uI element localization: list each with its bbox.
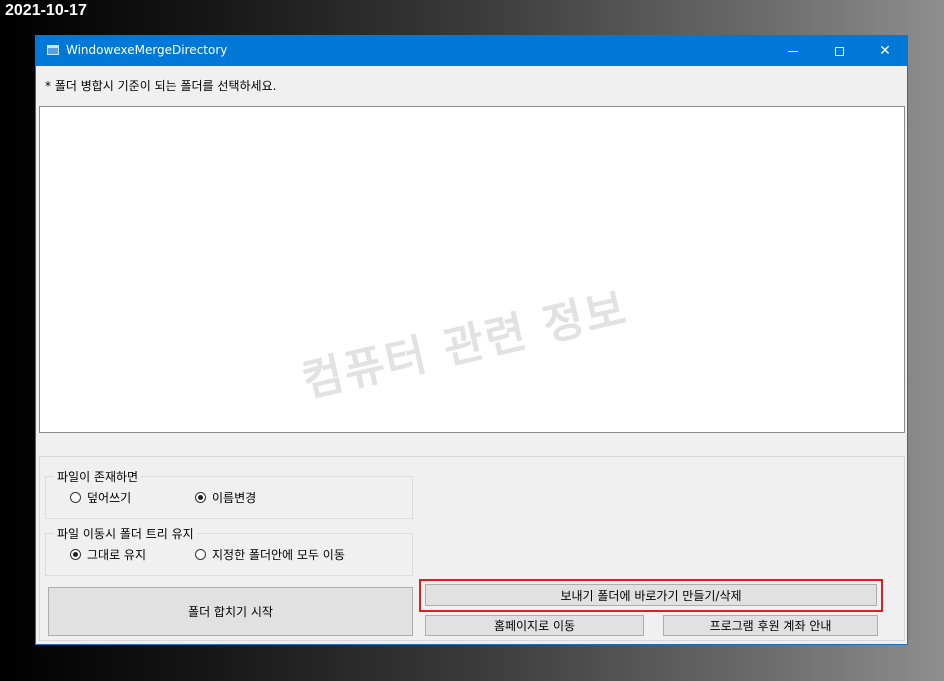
options-panel: 파일이 존재하면 덮어쓰기 이름변경 파일 이동시 폴더 트리 유지 그대로 유… <box>39 456 905 641</box>
app-window: WindowexeMergeDirectory ✕ * 폴더 병합시 기준이 되… <box>35 35 908 645</box>
title-bar[interactable]: WindowexeMergeDirectory ✕ <box>36 36 907 66</box>
watermark: 컴퓨터 관련 정보 <box>297 283 633 408</box>
app-window-icon <box>47 45 59 55</box>
instruction-text: * 폴더 병합시 기준이 되는 폴더를 선택하세요. <box>45 79 277 93</box>
radio-move-all[interactable]: 지정한 폴더안에 모두 이동 <box>195 546 345 563</box>
folder-tree-view[interactable]: 컴퓨터 관련 정보 <box>39 106 905 433</box>
start-merge-button[interactable]: 폴더 합치기 시작 <box>48 587 413 636</box>
close-icon: ✕ <box>879 43 891 59</box>
radio-rename[interactable]: 이름변경 <box>195 489 256 506</box>
radio-label: 지정한 폴더안에 모두 이동 <box>212 548 345 562</box>
radio-label: 덮어쓰기 <box>87 491 132 505</box>
date-label: 2021-10-17 <box>5 2 87 19</box>
radio-checked-icon <box>70 549 81 560</box>
file-exists-group: 파일이 존재하면 덮어쓰기 이름변경 <box>45 468 413 519</box>
radio-overwrite[interactable]: 덮어쓰기 <box>70 489 131 506</box>
donate-info-button[interactable]: 프로그램 후원 계좌 안내 <box>663 615 878 636</box>
window-title: WindowexeMergeDirectory <box>66 43 228 57</box>
radio-icon <box>195 549 206 560</box>
radio-label: 이름변경 <box>212 491 257 505</box>
group-legend: 파일 이동시 폴더 트리 유지 <box>54 525 197 542</box>
radio-icon <box>70 492 81 503</box>
minimize-button[interactable] <box>770 36 816 66</box>
radio-keep-tree[interactable]: 그대로 유지 <box>70 546 146 563</box>
minimize-icon <box>788 50 798 52</box>
maximize-button[interactable] <box>816 36 862 66</box>
folder-tree-group: 파일 이동시 폴더 트리 유지 그대로 유지 지정한 폴더안에 모두 이동 <box>45 525 413 576</box>
group-legend: 파일이 존재하면 <box>54 468 142 485</box>
radio-label: 그대로 유지 <box>87 548 147 562</box>
homepage-button[interactable]: 홈페이지로 이동 <box>425 615 644 636</box>
close-button[interactable]: ✕ <box>862 36 908 66</box>
sendto-shortcut-button[interactable]: 보내기 폴더에 바로가기 만들기/삭제 <box>425 584 877 606</box>
maximize-icon <box>834 46 844 56</box>
radio-checked-icon <box>195 492 206 503</box>
